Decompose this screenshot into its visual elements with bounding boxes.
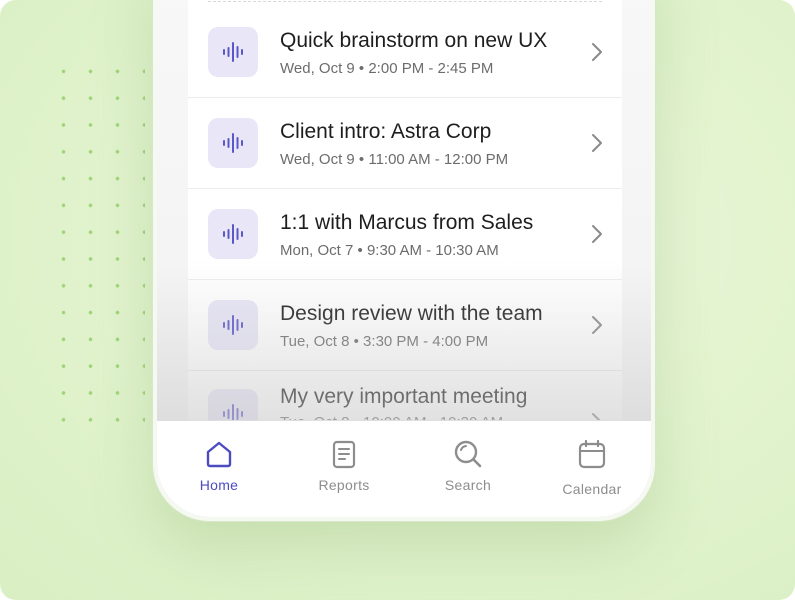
tab-label: Reports xyxy=(318,477,370,493)
bottom-tab-bar: Home Reports Search Calendar xyxy=(157,420,651,517)
meeting-title: 1:1 with Marcus from Sales xyxy=(280,211,534,234)
tab-label: Home xyxy=(199,477,239,493)
meeting-title: My very important meeting xyxy=(280,385,528,408)
tab-search[interactable]: Search xyxy=(418,421,518,517)
waveform-icon xyxy=(208,27,258,77)
meeting-list-item[interactable]: 1:1 with Marcus from Sales Mon, Oct 7 • … xyxy=(188,189,622,280)
tab-home[interactable]: Home xyxy=(169,421,269,517)
waveform-icon xyxy=(208,300,258,350)
meeting-title: Quick brainstorm on new UX xyxy=(280,29,548,52)
chevron-right-icon xyxy=(592,225,602,243)
meeting-list: Quick brainstorm on new UX Wed, Oct 9 • … xyxy=(188,0,622,439)
meeting-time: Wed, Oct 9 • 2:00 PM - 2:45 PM xyxy=(280,60,494,77)
meeting-list-item[interactable]: Client intro: Astra Corp Wed, Oct 9 • 11… xyxy=(188,98,622,189)
chevron-right-icon xyxy=(592,134,602,152)
waveform-icon xyxy=(208,118,258,168)
meeting-title: Design review with the team xyxy=(280,302,543,325)
document-icon xyxy=(332,440,356,469)
meeting-title: Client intro: Astra Corp xyxy=(280,120,492,143)
waveform-icon xyxy=(208,209,258,259)
dot-pattern xyxy=(50,58,145,443)
meeting-time: Mon, Oct 7 • 9:30 AM - 10:30 AM xyxy=(280,242,499,259)
calendar-icon xyxy=(578,439,606,469)
tab-label: Search xyxy=(444,477,492,493)
meeting-list-item[interactable]: Quick brainstorm on new UX Wed, Oct 9 • … xyxy=(188,7,622,98)
meeting-list-item[interactable]: Design review with the team Tue, Oct 8 •… xyxy=(188,280,622,371)
meeting-time: Wed, Oct 9 • 11:00 AM - 12:00 PM xyxy=(280,151,509,168)
chevron-right-icon xyxy=(592,316,602,334)
home-icon xyxy=(206,441,232,468)
tab-label: Calendar xyxy=(562,481,622,497)
tab-calendar[interactable]: Calendar xyxy=(542,421,642,517)
divider xyxy=(208,1,602,2)
phone-screen: Quick brainstorm on new UX Wed, Oct 9 • … xyxy=(157,0,651,517)
meeting-time: Tue, Oct 8 • 3:30 PM - 4:00 PM xyxy=(280,333,489,350)
tab-reports[interactable]: Reports xyxy=(294,421,394,517)
phone-frame: Quick brainstorm on new UX Wed, Oct 9 • … xyxy=(152,0,656,522)
search-icon xyxy=(454,440,482,468)
chevron-right-icon xyxy=(592,43,602,61)
